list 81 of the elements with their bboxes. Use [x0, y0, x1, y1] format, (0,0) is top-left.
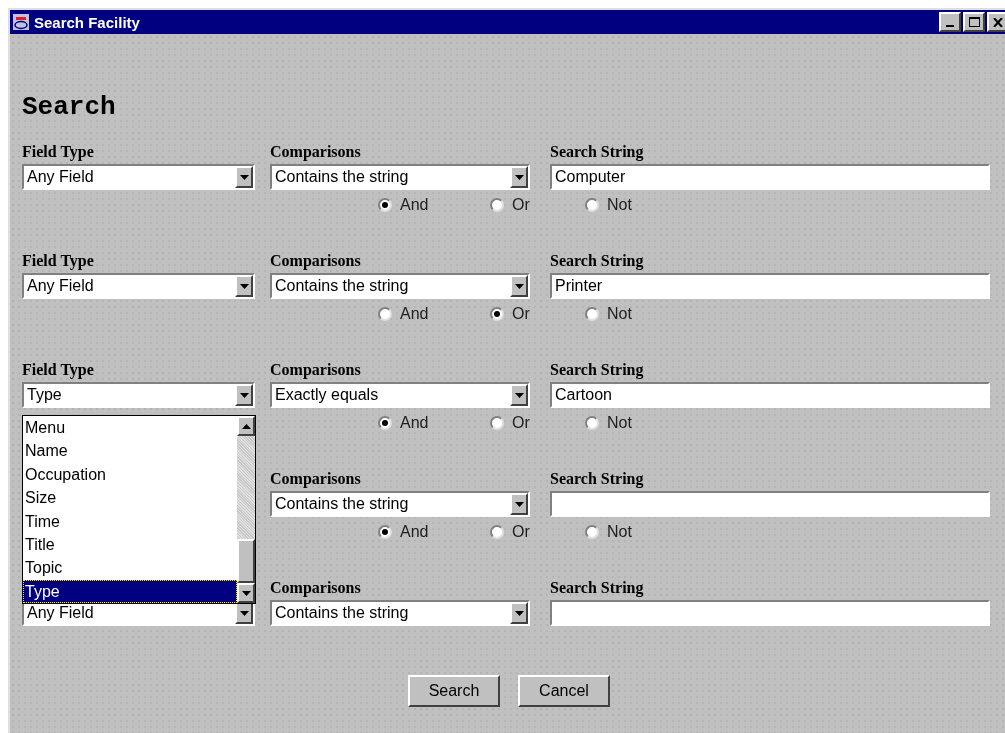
- dropdown-field[interactable]: Contains the string: [270, 164, 530, 190]
- list-option[interactable]: Occupation: [23, 462, 237, 487]
- caret-icon: [514, 283, 524, 289]
- radio-button[interactable]: [490, 307, 504, 321]
- list-option[interactable]: Name: [23, 439, 237, 463]
- close-button[interactable]: [987, 12, 1005, 32]
- dialog-button[interactable]: Search: [408, 675, 500, 707]
- column-label: Search String: [550, 144, 644, 160]
- radio-label: Or: [512, 522, 530, 542]
- search-string-field[interactable]: Computer: [550, 164, 990, 190]
- radio-button[interactable]: [585, 307, 599, 321]
- column-label: Search String: [550, 253, 644, 269]
- radio-label: Or: [512, 413, 530, 433]
- radio-label: Not: [607, 413, 632, 433]
- caret-icon: [514, 610, 524, 616]
- radio-button[interactable]: [490, 198, 504, 212]
- column-label: Field Type: [22, 362, 94, 378]
- column-label: Comparisons: [270, 580, 361, 596]
- column-label: Comparisons: [270, 471, 361, 487]
- scrollbar[interactable]: [237, 416, 255, 603]
- radio-button[interactable]: [378, 307, 392, 321]
- list-option[interactable]: Time: [23, 509, 237, 533]
- radio-button[interactable]: [585, 525, 599, 539]
- radio-label: Not: [607, 195, 632, 215]
- dropdown-field[interactable]: Contains the string: [270, 273, 530, 299]
- scroll-down-button[interactable]: [237, 583, 255, 603]
- scroll-up-button[interactable]: [237, 416, 255, 436]
- radio-label: Not: [607, 304, 632, 324]
- search-string-field[interactable]: Printer: [550, 273, 990, 299]
- caret-icon: [239, 392, 249, 398]
- dropdown-field[interactable]: Type: [22, 382, 255, 408]
- radio-button[interactable]: [378, 198, 392, 212]
- column-label: Comparisons: [270, 144, 361, 160]
- minimize-button[interactable]: [939, 12, 961, 32]
- caret-icon: [239, 283, 249, 289]
- column-label: Search String: [550, 362, 644, 378]
- radio-label: And: [400, 195, 429, 215]
- dropdown-field[interactable]: Contains the string: [270, 491, 530, 517]
- radio-button[interactable]: [378, 416, 392, 430]
- column-label: Search String: [550, 580, 644, 596]
- radio-button[interactable]: [585, 198, 599, 212]
- scroll-thumb[interactable]: [237, 539, 255, 583]
- search-string-field[interactable]: Cartoon: [550, 382, 990, 408]
- column-label: Field Type: [22, 144, 94, 160]
- list-option[interactable]: Type: [23, 579, 237, 603]
- list-option[interactable]: Title: [23, 532, 237, 557]
- heading: Search: [22, 92, 117, 124]
- radio-label: Or: [512, 195, 530, 215]
- list-option[interactable]: Size: [23, 486, 237, 510]
- caret-icon: [239, 610, 249, 616]
- dropdown-field[interactable]: Any Field: [22, 164, 255, 190]
- caret-icon: [241, 590, 251, 596]
- caret-icon: [239, 174, 249, 180]
- radio-button[interactable]: [490, 416, 504, 430]
- radio-label: And: [400, 304, 429, 324]
- caret-icon: [514, 501, 524, 507]
- list-option[interactable]: Menu: [23, 416, 237, 440]
- dropdown-field[interactable]: Contains the string: [270, 600, 530, 626]
- close-icon: [993, 17, 1003, 27]
- dropdown-field[interactable]: Exactly equals: [270, 382, 530, 408]
- column-label: Comparisons: [270, 362, 361, 378]
- dialog-button[interactable]: Cancel: [518, 675, 610, 707]
- column-label: Field Type: [22, 253, 94, 269]
- dropdown-field[interactable]: Any Field: [22, 273, 255, 299]
- up-caret-icon: [241, 423, 251, 429]
- radio-label: And: [400, 413, 429, 433]
- radio-label: Not: [607, 522, 632, 542]
- column-label: Search String: [550, 471, 644, 487]
- maximize-button[interactable]: [963, 12, 985, 32]
- column-label: Comparisons: [270, 253, 361, 269]
- radio-button[interactable]: [585, 416, 599, 430]
- search-string-field[interactable]: [550, 600, 990, 626]
- window-title: Search Facility: [34, 14, 140, 30]
- radio-button[interactable]: [490, 525, 504, 539]
- caret-icon: [514, 174, 524, 180]
- search-string-field[interactable]: [550, 491, 990, 517]
- radio-label: And: [400, 522, 429, 542]
- radio-button[interactable]: [378, 525, 392, 539]
- radio-label: Or: [512, 304, 530, 324]
- list-option[interactable]: Topic: [23, 556, 237, 580]
- caret-icon: [514, 392, 524, 398]
